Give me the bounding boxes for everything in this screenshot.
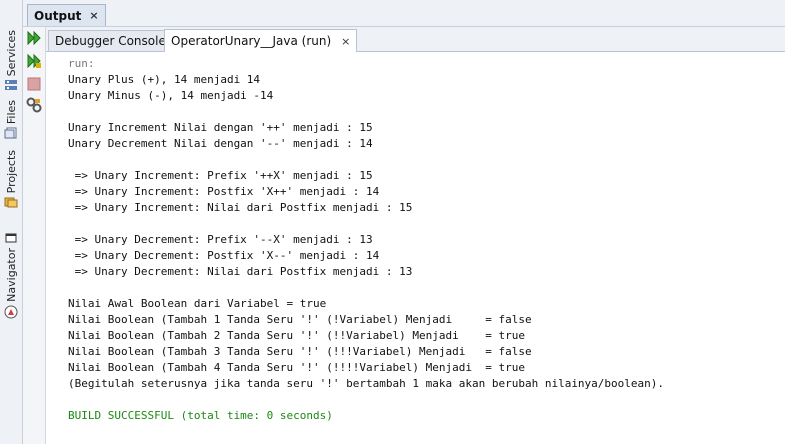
- tab-operator-unary-run[interactable]: OperatorUnary__Java (run) ×: [164, 29, 358, 52]
- console-line: Unary Plus (+), 14 menjadi 14: [68, 73, 261, 86]
- output-toolbar: [23, 27, 46, 444]
- console-line: => Unary Increment: Postfix 'X++' menjad…: [68, 185, 380, 198]
- side-tab-projects-label: Projects: [4, 150, 18, 194]
- console-line: Nilai Boolean (Tambah 3 Tanda Seru '!' (…: [68, 345, 532, 358]
- console-line: Nilai Boolean (Tambah 2 Tanda Seru '!' (…: [68, 329, 525, 342]
- side-tab-services-label: Services: [4, 30, 18, 77]
- side-tab-files-label: Files: [4, 100, 18, 125]
- side-tab-services[interactable]: Services: [0, 30, 22, 91]
- console-line: BUILD SUCCESSFUL (total time: 0 seconds): [68, 409, 333, 422]
- console-line: Unary Minus (-), 14 menjadi -14: [68, 89, 274, 102]
- console-line: Nilai Boolean (Tambah 1 Tanda Seru '!' (…: [68, 313, 532, 326]
- services-icon: [5, 80, 17, 91]
- tab-operator-unary-run-label: OperatorUnary__Java (run): [171, 34, 332, 48]
- side-tab-projects[interactable]: Projects: [0, 150, 22, 208]
- projects-icon: [4, 197, 18, 208]
- console-line: Nilai Boolean (Tambah 4 Tanda Seru '!' (…: [68, 361, 525, 374]
- console-line: => Unary Increment: Nilai dari Postfix m…: [68, 201, 413, 214]
- navigator-icon: [4, 305, 18, 319]
- console-line: => Unary Decrement: Nilai dari Postfix m…: [68, 265, 413, 278]
- console-line: (Begitulah seterusnya jika tanda seru '!…: [68, 377, 665, 390]
- console-line: => Unary Decrement: Prefix '--X' menjadi…: [68, 233, 373, 246]
- output-window-tabbar: Output ×: [23, 0, 785, 27]
- close-icon[interactable]: ×: [341, 35, 350, 48]
- side-tab-navigator[interactable]: Navigator: [0, 232, 22, 319]
- console-line: Unary Increment Nilai dengan '++' menjad…: [68, 121, 373, 134]
- rerun-with-options-icon[interactable]: [26, 53, 42, 69]
- console-line: => Unary Decrement: Postfix 'X--' menjad…: [68, 249, 380, 262]
- side-tab-files[interactable]: Files: [0, 100, 22, 139]
- console-line: run:: [68, 57, 95, 70]
- tab-output[interactable]: Output ×: [27, 4, 106, 26]
- stop-icon[interactable]: [26, 76, 42, 92]
- rerun-icon[interactable]: [26, 30, 42, 46]
- console-line: Nilai Awal Boolean dari Variabel = true: [68, 297, 327, 310]
- window-icon: [5, 233, 17, 243]
- side-tab-navigator-label: Navigator: [4, 248, 18, 302]
- console-output[interactable]: run: Unary Plus (+), 14 menjadi 14 Unary M…: [46, 52, 785, 444]
- tab-output-label: Output: [34, 8, 82, 23]
- files-icon: [4, 127, 17, 139]
- side-panel-strip: Services Files Projects Navigator: [0, 0, 23, 444]
- settings-icon[interactable]: [26, 97, 42, 113]
- console-line: => Unary Increment: Prefix '++X' menjadi…: [68, 169, 373, 182]
- output-subtabs: Debugger Console × OperatorUnary__Java (…: [46, 27, 785, 52]
- console-lines: run: Unary Plus (+), 14 menjadi 14 Unary M…: [68, 56, 664, 424]
- tab-debugger-console-label: Debugger Console: [55, 34, 166, 48]
- console-line: Unary Decrement Nilai dengan '--' menjad…: [68, 137, 373, 150]
- close-icon[interactable]: ×: [89, 9, 98, 22]
